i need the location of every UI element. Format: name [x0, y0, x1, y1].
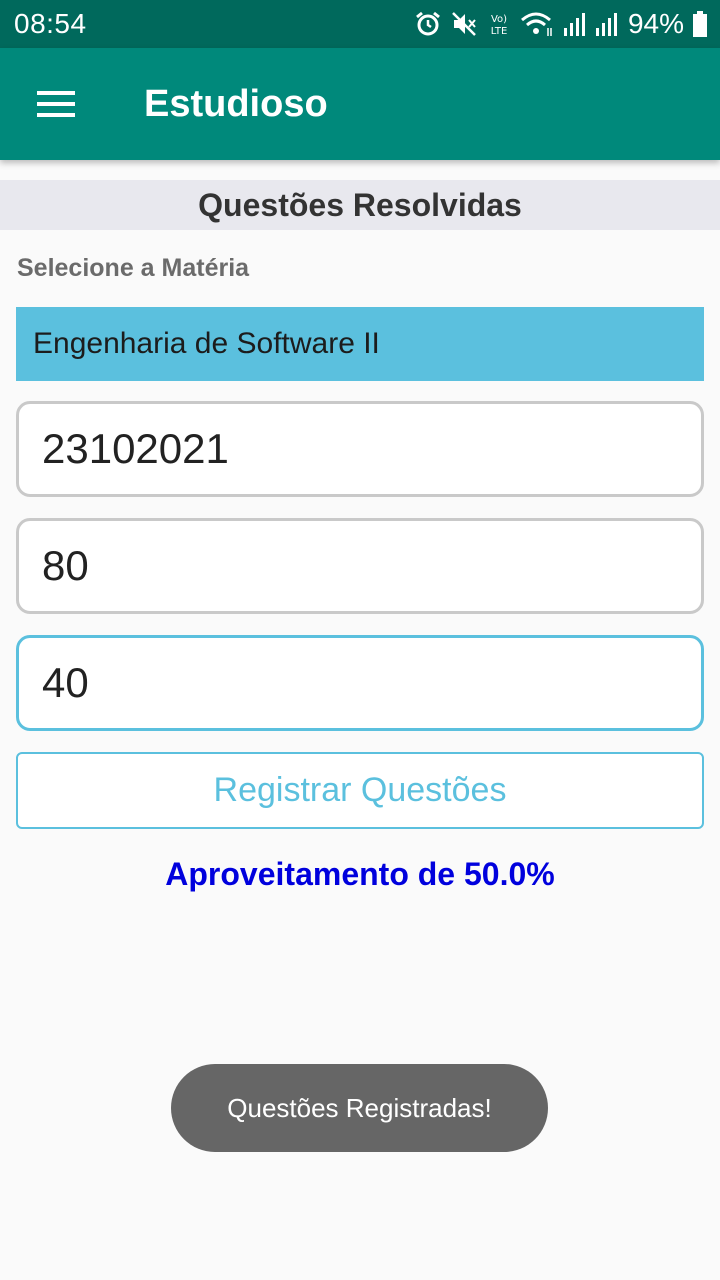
- hamburger-menu-icon[interactable]: [0, 48, 112, 160]
- date-field-value: 23102021: [42, 425, 229, 472]
- app-title: Estudioso: [144, 82, 328, 125]
- total-questions-value: 80: [42, 542, 89, 589]
- signal-icon: [594, 10, 618, 38]
- signal-icon: [562, 10, 586, 38]
- wifi-icon: [520, 10, 554, 38]
- battery-percent: 94%: [627, 8, 684, 39]
- register-questions-button[interactable]: Registrar Questões: [16, 752, 704, 829]
- mute-icon: [450, 10, 478, 38]
- correct-answers-value: 40: [42, 659, 89, 706]
- alarm-icon: [414, 10, 442, 38]
- status-time: 08:54: [14, 8, 87, 39]
- subject-selected-value: Engenharia de Software II: [33, 327, 380, 360]
- date-field[interactable]: 23102021: [16, 401, 704, 497]
- battery-icon: [692, 10, 708, 38]
- volte-icon: Vo) LTE: [486, 10, 512, 38]
- app-bar: Estudioso: [0, 48, 720, 160]
- toast-message: Questões Registradas!: [171, 1064, 548, 1152]
- status-bar: 08:54 Vo) LTE 94%: [0, 0, 720, 48]
- subject-dropdown[interactable]: Engenharia de Software II: [16, 307, 704, 381]
- select-subject-label: Selecione a Matéria: [17, 254, 250, 282]
- correct-answers-field[interactable]: 40: [16, 635, 704, 731]
- status-icons: Vo) LTE 94%: [414, 8, 708, 40]
- svg-text:LTE: LTE: [491, 26, 508, 37]
- section-title: Questões Resolvidas: [0, 180, 720, 230]
- performance-result: Aproveitamento de 50.0%: [165, 856, 555, 892]
- total-questions-field[interactable]: 80: [16, 518, 704, 614]
- svg-text:Vo): Vo): [491, 14, 507, 25]
